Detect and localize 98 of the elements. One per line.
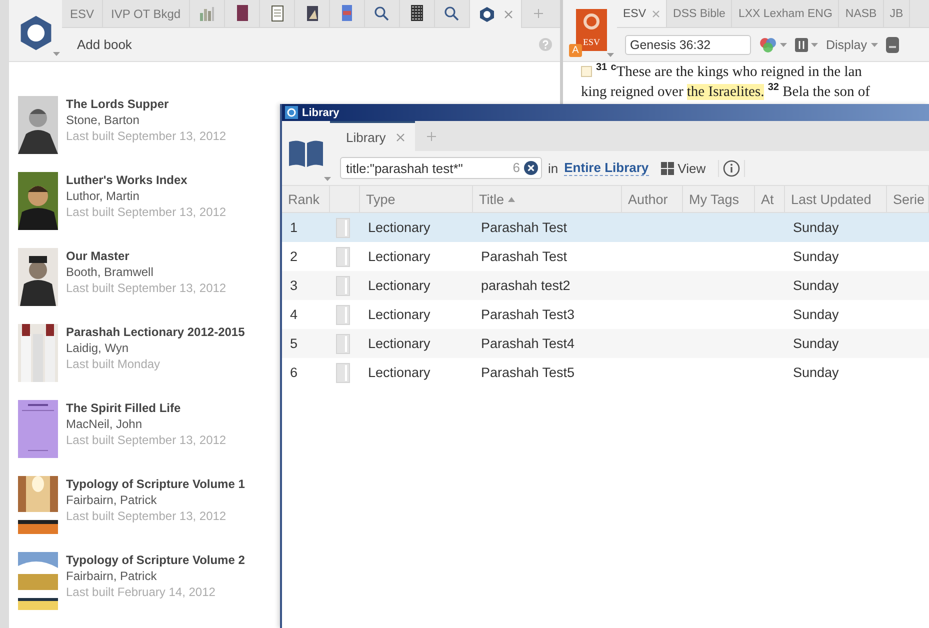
table-cell-text: Parashah Test5 [480,364,576,382]
result-count: 6 [512,160,520,175]
table-cell-text: Lectionary [367,335,432,353]
book-author: Fairbairn, Patrick [66,492,158,508]
table-cell-text: Parashah Test3 [480,306,576,324]
book-author: Stone, Barton [66,112,140,128]
build-date: Last built September 13, 2012 [66,432,226,448]
book-author: Booth, Bramwell [66,264,154,280]
column-header[interactable]: My Tags [683,186,755,212]
close-icon[interactable] [504,10,513,18]
table-cell-text: Parashah Test4 [480,335,576,353]
info-icon[interactable] [722,160,740,176]
column-header[interactable]: Serie [887,186,929,212]
table-cell-text: Sunday [792,335,840,353]
caret-icon [53,52,60,56]
window-title: Library [302,106,340,118]
book-title[interactable]: The Spirit Filled Life [66,400,226,416]
caret-icon [811,42,818,46]
book-icon[interactable] [289,139,323,167]
book-title[interactable]: Parashah Lectionary 2012-2015 [66,324,245,340]
book-title[interactable]: Luther's Works Index [66,172,226,188]
table-row[interactable]: 2 Lectionary Parashah Test Sunday [282,242,929,271]
book-icon [336,334,350,354]
table-cell-text: 1 [289,219,299,237]
table-cell-text: Lectionary [367,248,432,266]
tab[interactable]: Library [330,121,415,151]
book-author: MacNeil, John [66,416,144,432]
close-icon[interactable] [396,132,405,142]
book-icon [336,304,350,324]
columns-icon[interactable] [795,38,808,52]
view-button[interactable]: View [654,160,712,176]
build-date: Last built February 14, 2012 [66,584,216,600]
build-date: Last built September 13, 2012 [66,508,228,524]
verse-text: king reigned over the Israelites. $^{32}$ Bela the son of [581,82,870,102]
column-header[interactable]: At [755,186,785,212]
table-cell-text: Sunday [792,219,840,237]
search-icon [372,5,391,22]
clear-icon[interactable] [524,161,538,175]
table-row[interactable]: 1 Lectionary Parashah Test Sunday [282,213,929,242]
resource-badge: A [569,44,582,57]
table-cell-text: Sunday [792,306,840,324]
table-cell-text: Lectionary [367,219,432,237]
table-cell-text: 6 [289,364,299,382]
table-cell-text: 5 [289,335,299,353]
caret-icon [607,53,614,57]
table-row[interactable]: 6 Lectionary Parashah Test5 Sunday [282,358,929,387]
table-cell-text: Sunday [792,248,840,266]
table-cell-text: Sunday [792,364,840,382]
table-cell-text: Lectionary [367,306,432,324]
column-header[interactable]: Title [473,186,622,212]
book-icon [336,362,350,382]
table-cell-text: Parashah Test [480,219,568,237]
search-icon [442,5,461,22]
table-cell-text: Lectionary [367,277,432,295]
table-row[interactable]: 5 Lectionary Parashah Test4 Sunday [282,329,929,358]
chart-icon [198,5,216,22]
table-cell-text: Sunday [792,277,840,295]
book-title[interactable]: The Lords Supper [66,96,226,112]
app-icon [285,106,298,119]
table-cell-text: 2 [289,248,299,266]
column-header[interactable]: Type [360,186,473,212]
column-header[interactable]: Last Updated [785,186,887,212]
column-header[interactable]: Author [622,186,683,212]
add-book-button[interactable]: Add book [77,37,132,52]
book-icon [336,218,350,238]
book-author: Fairbairn, Patrick [66,568,158,584]
book-title[interactable]: Typology of Scripture Volume 2 [66,552,245,568]
logo-icon [478,6,496,22]
display-menu[interactable]: Display [826,38,878,52]
grid-icon [660,162,674,174]
caret-icon [871,42,878,46]
column-header[interactable]: Rank [282,186,330,212]
book-author: Luthor, Martin [66,188,140,204]
build-date: Last built Monday [66,356,162,372]
tab[interactable] [470,0,522,28]
table-row[interactable]: 4 Lectionary Parashah Test3 Sunday [282,300,929,329]
venn-icon[interactable] [759,36,777,52]
book-title[interactable]: Typology of Scripture Volume 1 [66,476,245,492]
scope-label: in [548,160,558,176]
build-date: Last built September 13, 2012 [66,204,226,220]
table-cell-text: parashah test2 [480,277,572,295]
reference-field[interactable]: Genesis 36:32 [625,34,751,54]
table-cell-text: 3 [289,277,299,295]
tab[interactable]: ESV [617,0,668,27]
panel-icon[interactable] [886,36,899,52]
build-date: Last built September 13, 2012 [66,280,226,296]
book-author: Laidig, Wyn [66,340,130,356]
table-cell-text: Lectionary [367,364,432,382]
scope-link[interactable]: Entire Library [564,160,649,176]
caret-icon [780,42,787,46]
table-cell-text: Parashah Test [480,248,568,266]
book-icon [336,276,350,296]
book-title[interactable]: Our Master [66,248,226,264]
table-row[interactable]: 3 Lectionary parashah test2 Sunday [282,271,929,300]
table-cell-text: 4 [289,306,299,324]
build-date: Last built September 13, 2012 [66,128,226,144]
caret-icon [324,177,331,181]
book-icon [336,246,350,266]
